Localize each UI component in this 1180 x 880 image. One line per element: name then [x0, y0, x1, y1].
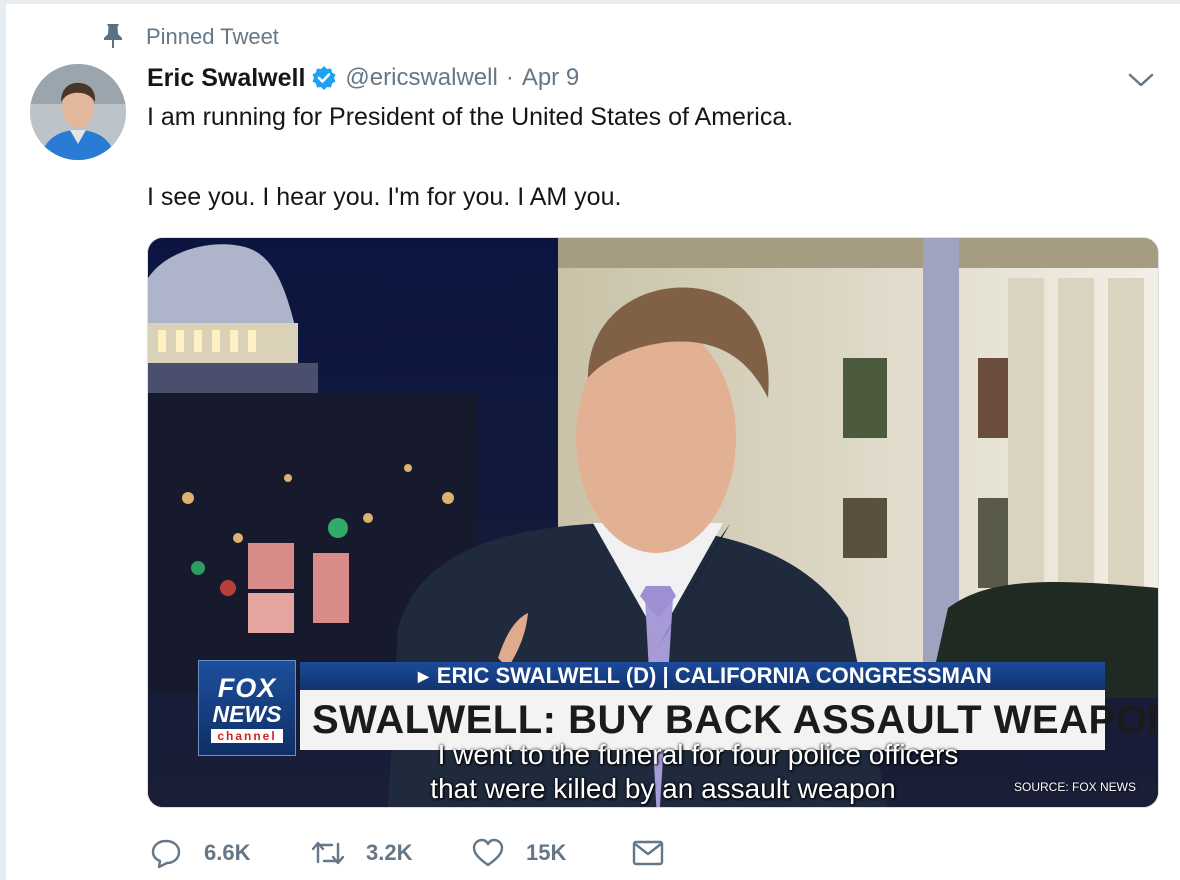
separator-dot: ·	[505, 64, 514, 91]
media-video[interactable]: FOX NEWS channel ▶ ERIC SWALWELL (D) | C…	[147, 237, 1159, 808]
logo-fox: FOX	[217, 672, 277, 703]
tweet-text: I am running for President of the United…	[147, 101, 793, 213]
reply-button[interactable]: 6.6K	[150, 835, 250, 871]
direct-message-button[interactable]	[632, 835, 664, 871]
tweet-text-line-1: I am running for President of the United…	[147, 103, 794, 131]
chyron-name-bar: ▶ ERIC SWALWELL (D) | CALIFORNIA CONGRES…	[300, 662, 1105, 690]
display-name[interactable]: Eric Swalwell	[147, 64, 305, 93]
left-border	[0, 0, 6, 880]
top-border	[0, 0, 1180, 4]
retweet-count: 3.2K	[366, 840, 413, 865]
chyron-name: ERIC SWALWELL (D) | CALIFORNIA CONGRESSM…	[436, 663, 992, 688]
envelope-icon	[632, 840, 664, 866]
retweet-button[interactable]: 3.2K	[310, 835, 412, 871]
source-label: SOURCE: FOX NEWS	[1013, 780, 1136, 794]
video-subtitles: I went to the funeral for four police of…	[148, 738, 1158, 806]
pin-icon	[100, 23, 126, 49]
chevron-down-icon[interactable]	[1124, 66, 1158, 94]
pinned-label: Pinned Tweet	[146, 24, 279, 49]
play-triangle-icon: ▶	[418, 667, 429, 684]
tweet-header: Eric Swalwell @ericswalwell · Apr 9	[147, 60, 579, 96]
tweet-date[interactable]: Apr 9	[522, 64, 579, 92]
chyron-headline: SWALWELL: BUY BACK ASSAULT WEAPONS	[312, 697, 1159, 742]
logo-news: NEWS	[212, 700, 282, 727]
avatar[interactable]	[30, 64, 126, 160]
pinned-tweet-indicator: Pinned Tweet	[100, 22, 279, 50]
tweet-text-line-2: I see you. I hear you. I'm for you. I AM…	[147, 183, 622, 211]
user-handle[interactable]: @ericswalwell	[345, 64, 497, 92]
reply-icon	[151, 839, 181, 869]
subtitle-line-2: that were killed by an assault weapon	[430, 773, 896, 804]
heart-icon	[472, 838, 504, 867]
subtitle-line-1: I went to the funeral for four police of…	[437, 739, 959, 770]
reply-count: 6.6K	[204, 840, 251, 865]
tweet-actions: 6.6K 3.2K 15K	[150, 835, 750, 871]
like-count: 15K	[526, 840, 567, 865]
like-button[interactable]: 15K	[472, 835, 566, 871]
retweet-icon	[311, 841, 345, 865]
verified-badge-icon	[312, 66, 336, 90]
